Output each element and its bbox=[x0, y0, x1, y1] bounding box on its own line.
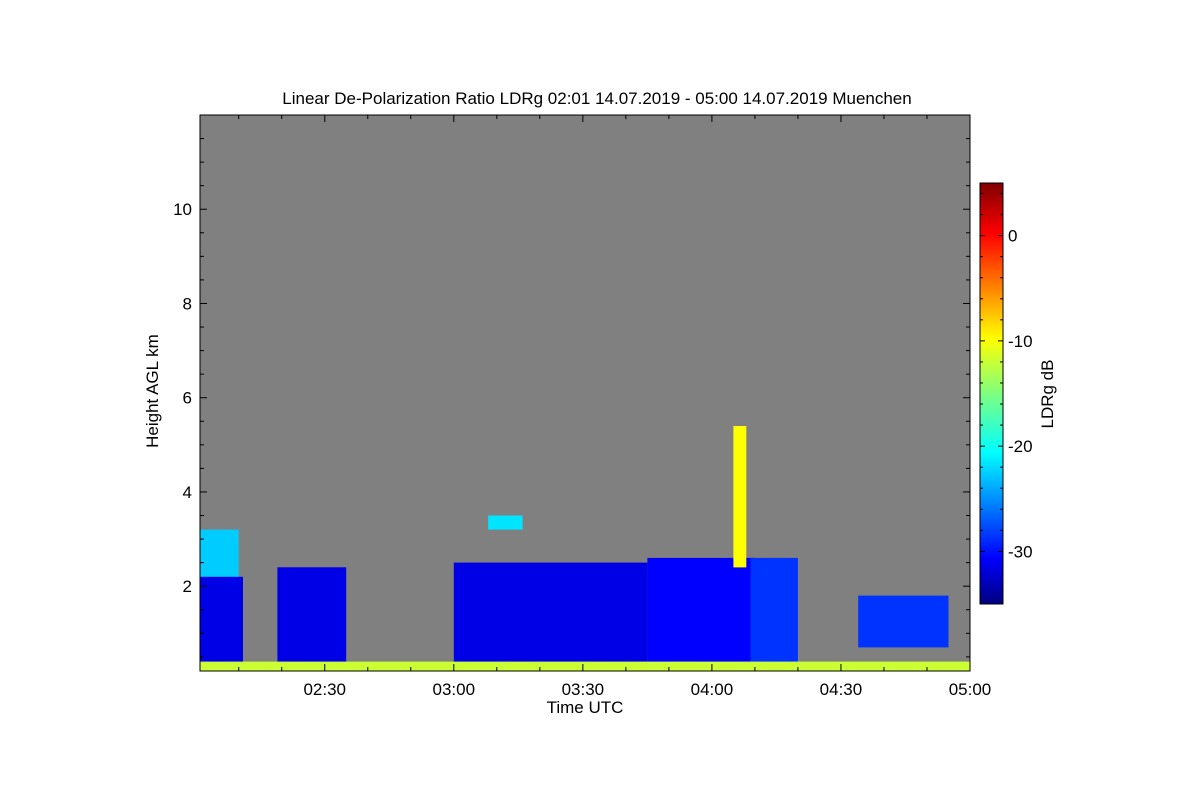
y-axis-label: Height AGL km bbox=[143, 334, 162, 448]
ldr-region bbox=[453, 562, 648, 671]
y-tick-label: 8 bbox=[183, 294, 192, 313]
colorbar-tick-label: -30 bbox=[1008, 542, 1033, 561]
x-tick-label: 04:00 bbox=[691, 680, 734, 699]
ldr-region bbox=[200, 661, 970, 671]
ldr-region bbox=[488, 515, 523, 530]
x-tick-label: 03:00 bbox=[433, 680, 476, 699]
colorbar-tick-label: -10 bbox=[1008, 332, 1033, 351]
colorbar-tick-label: -20 bbox=[1008, 437, 1033, 456]
ldr-region bbox=[647, 557, 755, 671]
x-axis-label: Time UTC bbox=[547, 698, 624, 717]
colorbar bbox=[979, 182, 1004, 605]
ldr-region bbox=[200, 576, 243, 671]
ldr-region bbox=[733, 426, 747, 568]
y-tick-label: 2 bbox=[183, 577, 192, 596]
x-tick-label: 03:30 bbox=[562, 680, 605, 699]
x-tick-label: 02:30 bbox=[303, 680, 346, 699]
x-tick-label: 04:30 bbox=[820, 680, 863, 699]
y-tick-label: 4 bbox=[183, 483, 192, 502]
ldr-region bbox=[750, 557, 798, 667]
ldr-chart: Linear De-Polarization Ratio LDRg 02:01 … bbox=[143, 89, 1057, 717]
x-tick-label: 05:00 bbox=[949, 680, 992, 699]
y-tick-label: 10 bbox=[173, 200, 192, 219]
colorbar-tick-label: 0 bbox=[1008, 227, 1017, 246]
colorbar-label: LDRg dB bbox=[1038, 360, 1057, 429]
chart-title: Linear De-Polarization Ratio LDRg 02:01 … bbox=[282, 89, 911, 108]
ldr-region bbox=[858, 595, 949, 648]
ldr-region bbox=[277, 567, 347, 671]
y-tick-label: 6 bbox=[183, 389, 192, 408]
ldr-region bbox=[200, 529, 239, 582]
